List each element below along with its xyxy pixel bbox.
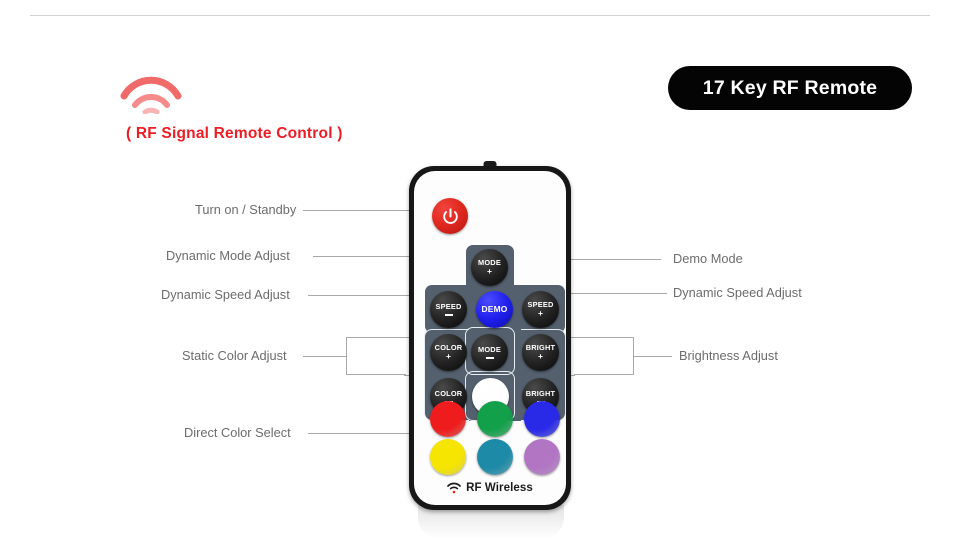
color-plus-sign: + xyxy=(446,351,451,362)
leader-line-brightness xyxy=(633,356,672,357)
mode-minus-key[interactable]: MODE xyxy=(471,334,508,371)
remote-face: MODE + SPEED DEMO SPEED + COLOR + MODE B… xyxy=(414,171,566,505)
speed-plus-key[interactable]: SPEED + xyxy=(522,291,559,328)
demo-label: DEMO xyxy=(481,304,508,315)
remote-reflection xyxy=(418,505,564,539)
callout-demo-mode: Demo Mode xyxy=(673,251,743,266)
color-key-red[interactable] xyxy=(430,401,466,437)
remote-shell: MODE + SPEED DEMO SPEED + COLOR + MODE B… xyxy=(409,166,571,510)
rf-remote-device: MODE + SPEED DEMO SPEED + COLOR + MODE B… xyxy=(409,161,571,510)
bright-minus-label: BRIGHT xyxy=(525,389,556,399)
speed-minus-key[interactable]: SPEED xyxy=(430,291,467,328)
header-divider xyxy=(30,15,930,16)
speed-plus-label: SPEED xyxy=(527,300,554,310)
color-keys-bracket xyxy=(346,337,406,375)
color-key-cyan[interactable] xyxy=(477,439,513,475)
wifi-small-icon xyxy=(447,482,461,494)
bright-plus-label: BRIGHT xyxy=(525,343,556,353)
remote-footer: RF Wireless xyxy=(414,482,566,494)
color-plus-label: COLOR xyxy=(434,343,463,353)
speed-minus-label: SPEED xyxy=(435,302,462,312)
rf-wireless-label: RF Wireless xyxy=(466,482,533,494)
leader-line-power xyxy=(303,210,425,211)
title-badge-label: 17 Key RF Remote xyxy=(702,76,878,99)
mode-plus-sign: + xyxy=(487,266,492,277)
power-icon xyxy=(442,207,458,224)
mode-minus-sign xyxy=(485,356,494,359)
callout-dynamic-mode-adjust: Dynamic Mode Adjust xyxy=(166,248,290,263)
bright-plus-sign: + xyxy=(538,351,543,362)
callout-turn-on-standby: Turn on / Standby xyxy=(195,202,297,217)
bright-plus-key[interactable]: BRIGHT + xyxy=(522,334,559,371)
color-key-blue[interactable] xyxy=(524,401,560,437)
callout-brightness-adjust: Brightness Adjust xyxy=(679,348,778,363)
callout-static-color-adjust: Static Color Adjust xyxy=(182,348,287,363)
color-key-green[interactable] xyxy=(477,401,513,437)
color-grid xyxy=(425,399,565,477)
mode-plus-label: MODE xyxy=(478,258,501,268)
color-plus-key[interactable]: COLOR + xyxy=(430,334,467,371)
callout-dynamic-speed-adjust-right: Dynamic Speed Adjust xyxy=(673,285,802,300)
color-key-yellow[interactable] xyxy=(430,439,466,475)
mode-plus-key[interactable]: MODE + xyxy=(471,249,508,286)
wifi-signal-icon xyxy=(120,74,182,114)
mode-minus-label: MODE xyxy=(478,345,501,355)
bright-keys-bracket xyxy=(574,337,634,375)
power-button[interactable] xyxy=(432,198,468,234)
speed-minus-sign xyxy=(444,313,453,316)
callout-direct-color-select: Direct Color Select xyxy=(184,425,291,440)
color-minus-label: COLOR xyxy=(434,389,463,399)
title-badge: 17 Key RF Remote xyxy=(668,66,912,110)
callout-dynamic-speed-adjust-left: Dynamic Speed Adjust xyxy=(161,287,290,302)
leader-line-static-color xyxy=(303,356,347,357)
demo-key[interactable]: DEMO xyxy=(476,291,513,328)
color-key-purple[interactable] xyxy=(524,439,560,475)
rf-signal-caption: ( RF Signal Remote Control ) xyxy=(126,125,343,142)
speed-plus-sign: + xyxy=(538,308,543,319)
